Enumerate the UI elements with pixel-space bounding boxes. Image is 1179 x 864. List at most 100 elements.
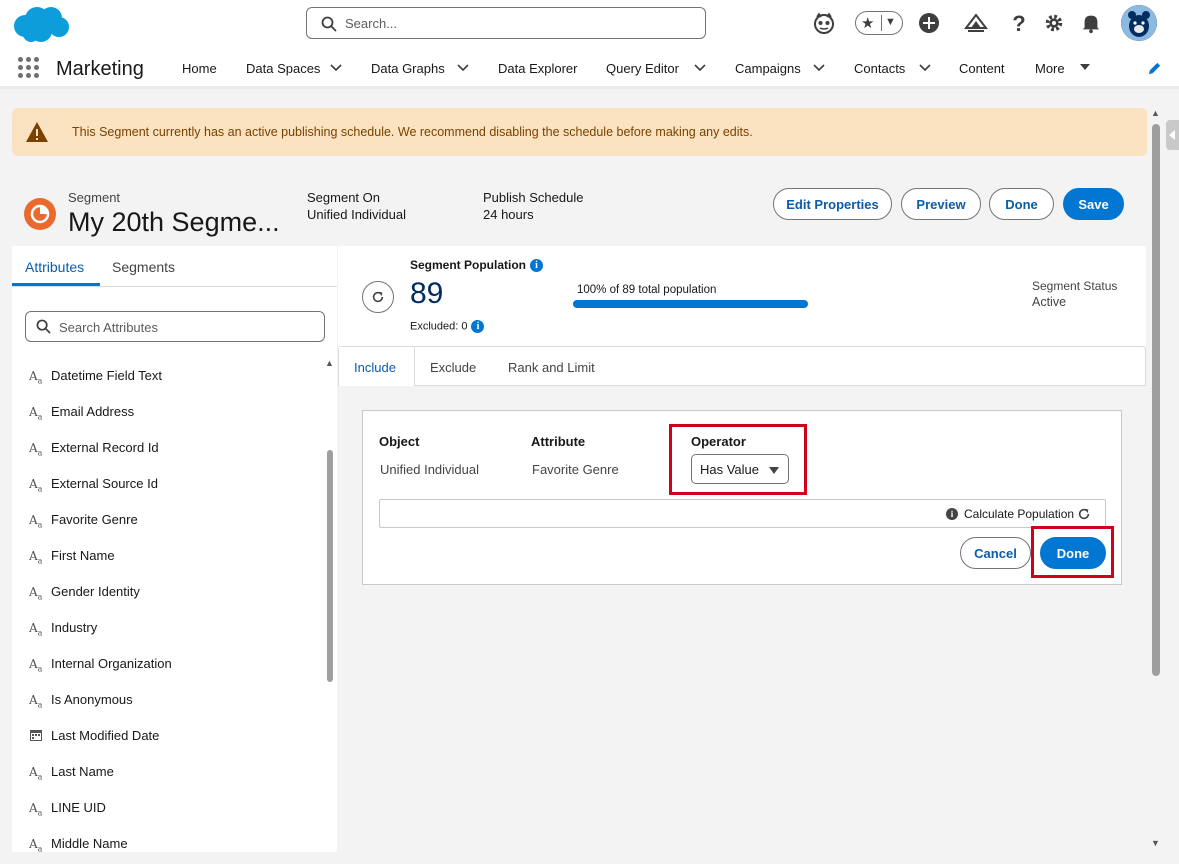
app-navigation-bar: Marketing Home Data Spaces Data Graphs D… (0, 46, 1179, 89)
favorites-dropdown-icon[interactable]: ▼ (885, 16, 896, 28)
chevron-down-icon[interactable] (456, 60, 470, 74)
cancel-button[interactable]: Cancel (960, 537, 1031, 569)
attribute-item[interactable]: Last Modified Date (29, 726, 309, 746)
nav-item-contacts[interactable]: Contacts (854, 61, 905, 76)
attribute-label: External Record Id (51, 440, 159, 455)
tab-rank-and-limit[interactable]: Rank and Limit (508, 360, 595, 375)
attribute-item[interactable]: Aa External Source Id (29, 474, 309, 494)
side-panel-toggle[interactable] (1166, 120, 1179, 150)
search-icon (36, 319, 51, 334)
nav-item-home[interactable]: Home (182, 61, 217, 76)
text-field-icon: Aa (29, 585, 43, 602)
attribute-item[interactable]: Aa LINE UID (29, 798, 309, 818)
warning-icon (26, 122, 48, 142)
attribute-item[interactable]: Aa Middle Name (29, 834, 309, 854)
text-field-icon: Aa (29, 405, 43, 422)
text-field-icon: Aa (29, 657, 43, 674)
publish-schedule-value: 24 hours (483, 207, 534, 222)
text-field-icon: Aa (29, 513, 43, 530)
scrollbar-thumb[interactable] (1152, 124, 1160, 676)
user-avatar[interactable] (1121, 5, 1157, 41)
attribute-item[interactable]: Aa Internal Organization (29, 654, 309, 674)
attribute-label: Gender Identity (51, 584, 140, 599)
attribute-list-scrollbar[interactable]: ▲ (325, 358, 335, 852)
segment-status-value: Active (1032, 295, 1067, 309)
svg-text:?: ? (1012, 11, 1025, 35)
nav-more[interactable]: More (1035, 61, 1065, 76)
population-progress-bar (573, 300, 808, 308)
add-icon[interactable] (916, 10, 942, 36)
attribute-item[interactable]: Aa Gender Identity (29, 582, 309, 602)
trailhead-icon[interactable] (963, 10, 989, 36)
attribute-label: Industry (51, 620, 98, 635)
notifications-bell-icon[interactable] (1078, 10, 1104, 36)
attribute-item[interactable]: Aa Datetime Field Text (29, 366, 309, 386)
nav-item-data-explorer[interactable]: Data Explorer (498, 61, 577, 76)
library-tabs: Attributes Segments (12, 246, 337, 287)
attribute-item[interactable]: Aa Is Anonymous (29, 690, 309, 710)
attribute-search-input[interactable]: Search Attributes (25, 311, 325, 342)
record-type-label: Segment (68, 190, 121, 205)
edit-nav-pencil-icon[interactable] (1147, 61, 1162, 76)
chevron-down-icon[interactable] (918, 60, 932, 74)
salesforce-logo[interactable] (11, 4, 71, 44)
nav-item-query-editor[interactable]: Query Editor (606, 61, 679, 76)
page-scrollbar[interactable]: ▲ ▼ (1150, 108, 1162, 852)
attribute-label: Favorite Genre (51, 512, 138, 527)
calculate-population-link[interactable]: Calculate Population (964, 507, 1074, 521)
info-icon[interactable]: i (530, 259, 544, 273)
chevron-down-icon[interactable] (693, 60, 707, 74)
attribute-item[interactable]: Aa Industry (29, 618, 309, 638)
global-header: Search... ★ ▼ ? (0, 0, 1179, 46)
population-progress-fill (573, 300, 808, 308)
excluded-text: Excluded: 0 (410, 320, 468, 333)
favorites-divider (881, 15, 882, 31)
population-count: 89 (410, 277, 444, 310)
text-field-icon: Aa (29, 621, 43, 638)
segment-population-panel: Segment Population i 89 Excluded: 0i 100%… (338, 246, 1146, 346)
preview-button[interactable]: Preview (901, 188, 981, 220)
scrollbar-thumb[interactable] (327, 450, 333, 682)
info-icon[interactable]: i (471, 320, 485, 333)
app-launcher-icon[interactable] (18, 57, 40, 79)
scroll-up-arrow-icon[interactable]: ▲ (325, 358, 334, 368)
tab-exclude[interactable]: Exclude (430, 360, 476, 375)
chevron-down-icon[interactable] (329, 60, 343, 74)
scroll-down-arrow-icon[interactable]: ▼ (1151, 838, 1160, 848)
tab-attributes[interactable]: Attributes (25, 259, 84, 275)
save-button[interactable]: Save (1063, 188, 1124, 220)
attribute-label: Attribute (531, 434, 586, 449)
calculate-population-bar: i Calculate Population (379, 499, 1106, 528)
nav-item-campaigns[interactable]: Campaigns (735, 61, 801, 76)
attribute-label: LINE UID (51, 800, 106, 815)
refresh-icon[interactable] (1077, 507, 1091, 521)
object-label: Object (379, 434, 420, 449)
attribute-item[interactable]: Aa First Name (29, 546, 309, 566)
favorites-star-icon[interactable]: ★ (861, 14, 874, 32)
text-field-icon: Aa (29, 549, 43, 566)
nav-item-data-graphs[interactable]: Data Graphs (371, 61, 445, 76)
chevron-down-icon[interactable] (812, 60, 826, 74)
agent-icon[interactable] (811, 10, 837, 36)
attribute-item[interactable]: Aa Email Address (29, 402, 309, 422)
nav-item-content[interactable]: Content (959, 61, 1005, 76)
search-placeholder: Search... (345, 16, 398, 31)
nav-item-data-spaces[interactable]: Data Spaces (246, 61, 320, 76)
attribute-item[interactable]: Aa Favorite Genre (29, 510, 309, 530)
setup-gear-icon[interactable] (1041, 10, 1067, 36)
header-done-button[interactable]: Done (989, 188, 1054, 220)
attribute-item[interactable]: Aa Last Name (29, 762, 309, 782)
help-icon[interactable]: ? (1006, 10, 1032, 36)
caret-down-icon[interactable] (1078, 60, 1092, 74)
favorites-button-group[interactable]: ★ ▼ (855, 11, 903, 35)
attribute-rule-card: Object Unified Individual Attribute Favo… (362, 410, 1122, 585)
edit-properties-button[interactable]: Edit Properties (773, 188, 892, 220)
chevron-left-icon (1169, 130, 1175, 140)
tab-segments[interactable]: Segments (112, 259, 175, 275)
tab-include[interactable]: Include (354, 360, 396, 375)
attribute-item[interactable]: Aa External Record Id (29, 438, 309, 458)
scroll-up-arrow-icon[interactable]: ▲ (1151, 108, 1160, 118)
publish-schedule-label: Publish Schedule (483, 190, 584, 205)
global-search[interactable]: Search... (306, 7, 706, 39)
refresh-population-button[interactable] (362, 281, 394, 313)
